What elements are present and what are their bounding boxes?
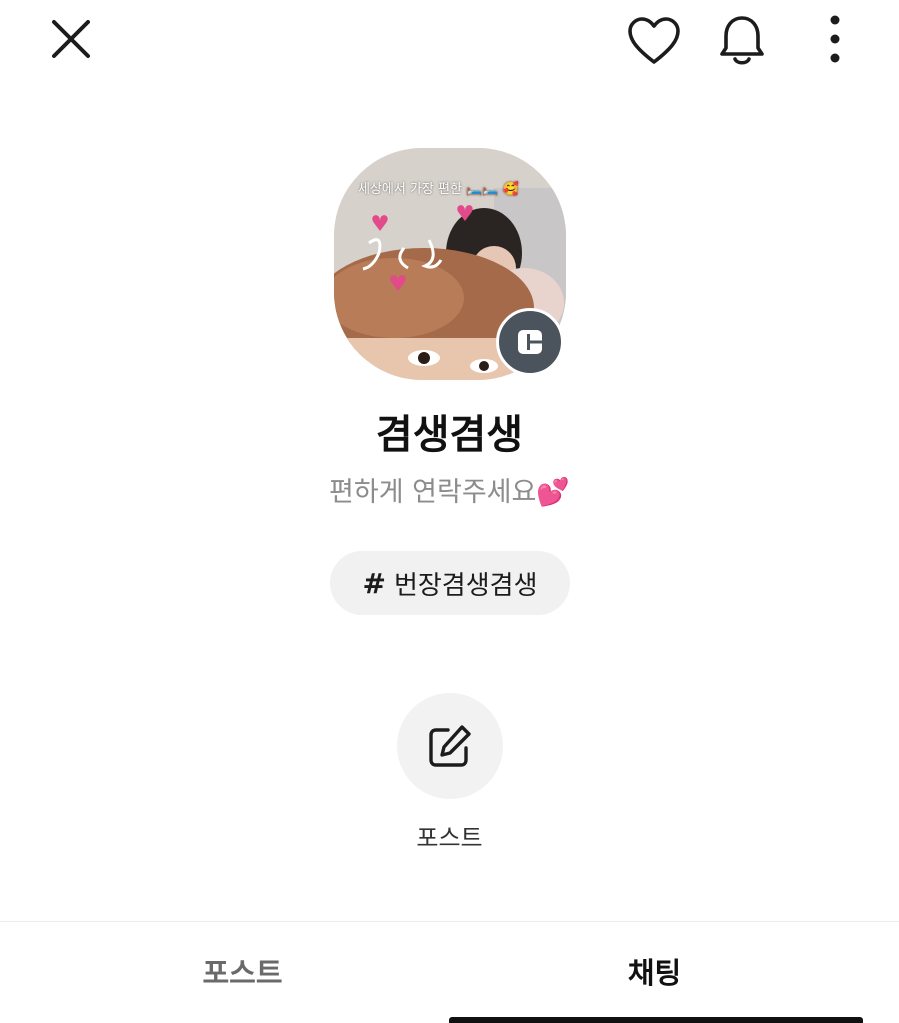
heart-icon[interactable] — [627, 16, 681, 66]
post-button-label: 포스트 — [416, 824, 483, 852]
close-icon[interactable] — [50, 18, 92, 60]
profile-name: 겸생겸생 — [375, 412, 524, 458]
hashtag-icon: # — [362, 566, 386, 600]
hashtag-label: 번장겸생겸생 — [393, 570, 538, 601]
edit-icon — [429, 725, 471, 767]
profile-avatar-container[interactable]: 세상에서 가장 편한 🛏️🛏️ 🥰 — [334, 148, 566, 380]
tab-posts[interactable]: 포스트 — [18, 950, 467, 992]
active-tab-indicator — [449, 1017, 863, 1023]
more-vertical-icon[interactable] — [826, 14, 844, 64]
hashtag-chip[interactable]: # 번장겸생겸생 — [330, 551, 570, 615]
bell-icon[interactable] — [718, 14, 766, 68]
tab-divider — [0, 921, 899, 922]
channel-icon — [518, 330, 542, 354]
post-button[interactable] — [397, 693, 503, 799]
channel-badge[interactable] — [496, 308, 564, 376]
avatar-caption: 세상에서 가장 편한 🛏️🛏️ 🥰 — [358, 182, 519, 197]
tab-chat[interactable]: 채팅 — [430, 950, 879, 992]
status-message: 편하게 연락주세요💕 — [329, 477, 570, 508]
